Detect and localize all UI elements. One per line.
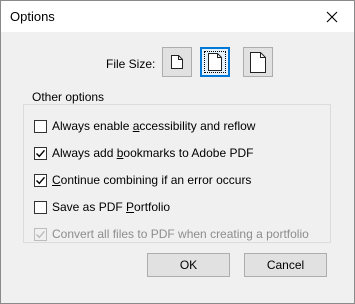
- cancel-button[interactable]: Cancel: [244, 253, 327, 277]
- window-title: Options: [10, 9, 55, 24]
- options-dialog: Options File Size: Other options Always …: [0, 0, 355, 304]
- checkbox-box[interactable]: [34, 119, 47, 133]
- option-label: Always add bookmarks to Adobe PDF: [52, 146, 254, 160]
- large-page-icon: [250, 51, 266, 73]
- checkmark-icon: [36, 230, 46, 238]
- title-bar[interactable]: Options: [1, 1, 354, 32]
- checkbox-box: [34, 227, 47, 241]
- file-size-large-button[interactable]: [243, 47, 273, 77]
- close-icon: [326, 11, 338, 22]
- continue-combining-checkbox[interactable]: Continue combining if an error occurs: [34, 172, 251, 188]
- file-size-medium-button[interactable]: [200, 47, 230, 77]
- option-label: Convert all files to PDF when creating a…: [52, 227, 309, 241]
- add-bookmarks-checkbox[interactable]: Always add bookmarks to Adobe PDF: [34, 145, 253, 161]
- option-label: Save as PDF Portfolio: [52, 200, 171, 214]
- checkmark-icon: [36, 176, 46, 184]
- checkbox-box[interactable]: [34, 173, 47, 187]
- checkbox-box[interactable]: [34, 146, 47, 160]
- convert-all-files-checkbox: Convert all files to PDF when creating a…: [34, 226, 309, 242]
- checkmark-icon: [36, 149, 46, 157]
- ok-button[interactable]: OK: [147, 253, 230, 277]
- other-options-legend: Other options: [29, 90, 108, 104]
- checkbox-box[interactable]: [34, 200, 47, 214]
- option-label: Continue combining if an error occurs: [52, 173, 252, 187]
- save-as-portfolio-checkbox[interactable]: Save as PDF Portfolio: [34, 199, 170, 215]
- dialog-body: File Size: Other options Always enable a…: [1, 32, 354, 303]
- file-size-label: File Size:: [106, 57, 156, 71]
- accessibility-reflow-checkbox[interactable]: Always enable accessibility and reflow: [34, 118, 255, 134]
- close-button[interactable]: [310, 1, 354, 32]
- medium-page-icon: [208, 53, 222, 71]
- small-page-icon: [171, 55, 183, 69]
- file-size-small-button[interactable]: [162, 47, 192, 77]
- option-label: Always enable accessibility and reflow: [52, 119, 256, 133]
